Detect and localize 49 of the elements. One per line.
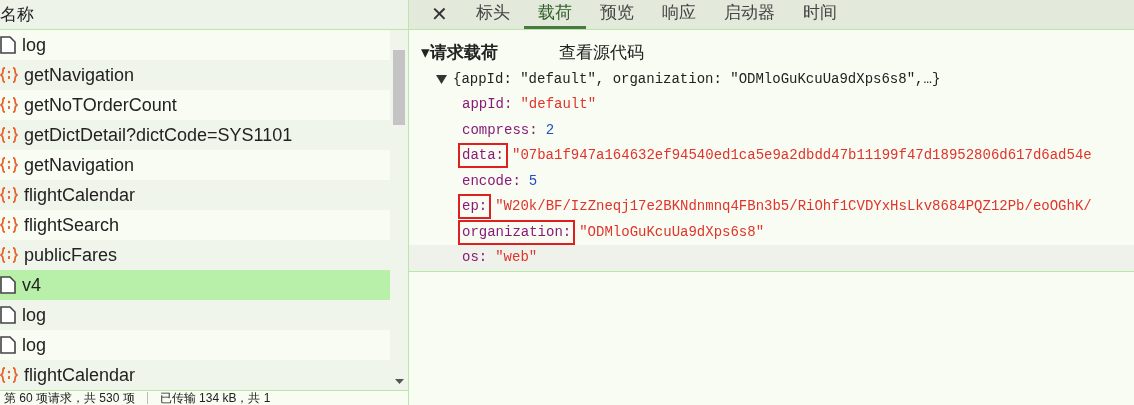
tab[interactable]: 预览 bbox=[586, 0, 648, 29]
column-header[interactable]: 名称 bbox=[0, 1, 34, 28]
property-value: 5 bbox=[528, 171, 538, 191]
braces-icon bbox=[0, 96, 18, 114]
close-button[interactable]: ✕ bbox=[427, 0, 452, 29]
property-value: "07ba1f947a164632ef94540ed1ca5e9a2dbdd47b11199f47d18952806d617d6ad54e bbox=[512, 146, 1092, 166]
expand-triangle-icon[interactable] bbox=[436, 74, 447, 84]
request-row[interactable]: publicFares bbox=[0, 240, 390, 270]
property-key: compress: bbox=[460, 119, 540, 141]
document-icon bbox=[0, 276, 16, 294]
braces-icon bbox=[0, 156, 18, 174]
request-count: 第 60 项请求，共 530 项 bbox=[4, 391, 135, 405]
scroll-down-icon[interactable] bbox=[394, 379, 404, 384]
request-row[interactable]: v4 bbox=[0, 270, 390, 300]
property-value: "ODMloGuKcuUa9dXps6s8" bbox=[579, 222, 765, 242]
property-key: os: bbox=[460, 247, 490, 269]
transfer-size: 已传输 134 kB，共 1 bbox=[159, 391, 271, 405]
property-key: encode: bbox=[460, 170, 523, 192]
document-icon bbox=[0, 336, 16, 354]
property-key: data: bbox=[460, 145, 506, 167]
tab[interactable]: 启动器 bbox=[710, 0, 789, 29]
section-title[interactable]: ▾请求载荷 bbox=[421, 40, 559, 66]
tab[interactable]: 载荷 bbox=[524, 0, 586, 29]
property-value: "web" bbox=[495, 248, 538, 268]
document-icon bbox=[0, 306, 16, 324]
braces-icon bbox=[0, 216, 18, 234]
request-row[interactable]: flightCalendar bbox=[0, 180, 390, 210]
braces-icon bbox=[0, 246, 18, 264]
scrollbar-thumb[interactable] bbox=[393, 50, 405, 125]
braces-icon bbox=[0, 66, 18, 84]
braces-icon bbox=[0, 366, 18, 384]
view-source-link[interactable]: 查看源代码 bbox=[559, 40, 644, 66]
property-value: "W20k/BF/IzZneqj17e2BKNdnmnq4FBn3b5/RiOhf1CVDYxHsLkv8684PQZ12Pb/eoOGhK/ bbox=[495, 197, 1092, 217]
tab[interactable]: 标头 bbox=[462, 0, 524, 29]
property-value: 2 bbox=[545, 120, 555, 140]
tab[interactable]: 时间 bbox=[789, 0, 851, 29]
request-row[interactable]: log bbox=[0, 300, 390, 330]
braces-icon bbox=[0, 186, 18, 204]
request-row[interactable]: getDictDetail?dictCode=SYS1101 bbox=[0, 120, 390, 150]
object-summary: {appId: "default", organization: "ODMloGuKcuUa9dXps6s8",…} bbox=[453, 69, 941, 89]
braces-icon bbox=[0, 126, 18, 144]
request-row[interactable]: flightCalendar bbox=[0, 360, 390, 390]
property-value: "default" bbox=[520, 95, 597, 115]
tab[interactable]: 响应 bbox=[648, 0, 710, 29]
document-icon bbox=[0, 36, 16, 54]
property-key: organization: bbox=[460, 221, 574, 243]
property-key: appId: bbox=[460, 94, 515, 116]
request-row[interactable]: getNavigation bbox=[0, 60, 390, 90]
property-key: ep: bbox=[460, 196, 490, 218]
